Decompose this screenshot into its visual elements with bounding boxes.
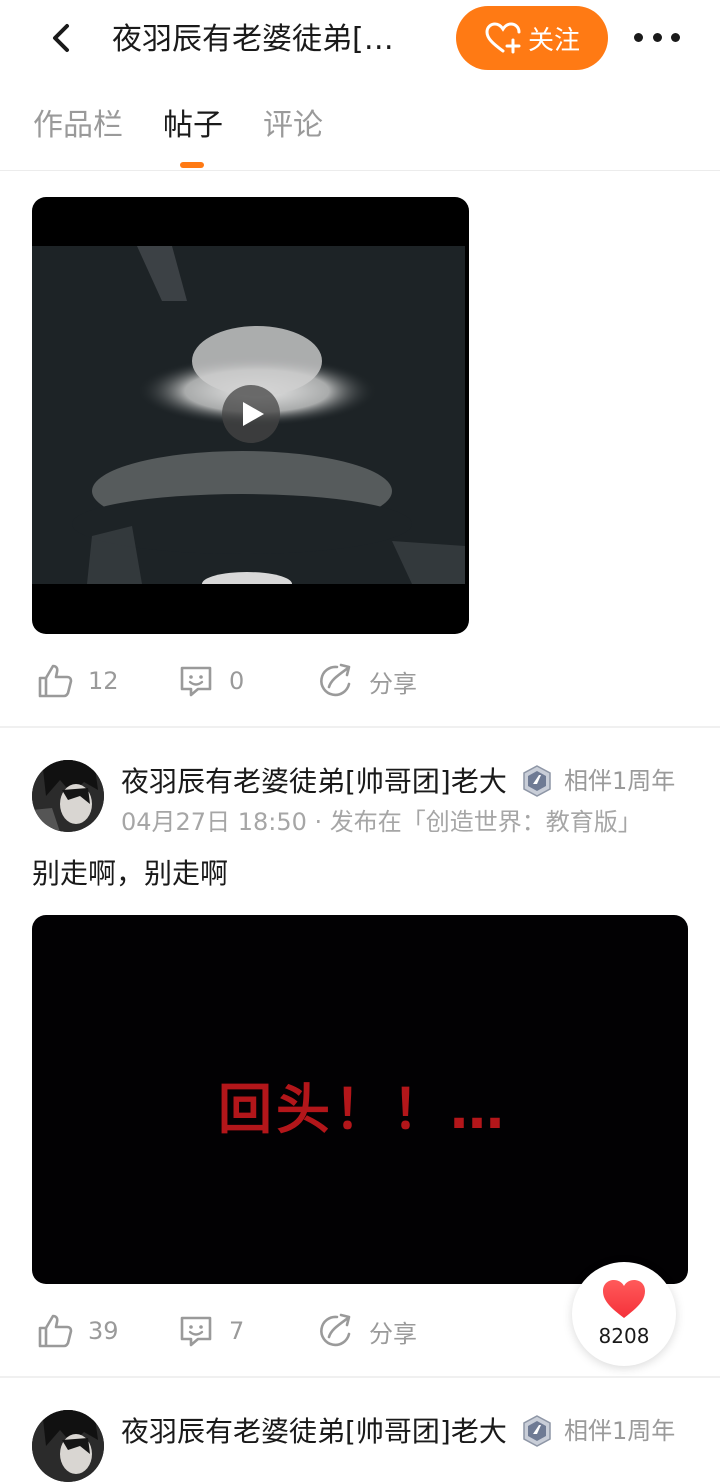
like-total: 8208 bbox=[598, 1324, 650, 1348]
comment-icon bbox=[180, 666, 212, 697]
comment-button[interactable]: 0 bbox=[177, 651, 244, 711]
share-button[interactable]: 分享 bbox=[317, 1301, 417, 1361]
like-button[interactable]: 12 bbox=[36, 651, 119, 711]
post-divider bbox=[0, 1376, 720, 1378]
page-title: 夜羽辰有老婆徒弟[… bbox=[112, 22, 394, 57]
share-icon bbox=[320, 663, 351, 697]
comment-count: 0 bbox=[229, 667, 245, 695]
dot bbox=[634, 32, 643, 42]
share-label: 分享 bbox=[369, 669, 417, 698]
author-name[interactable]: 夜羽辰有老婆徒弟[帅哥团]老大 bbox=[121, 764, 507, 800]
play-icon bbox=[243, 402, 264, 426]
tab-posts[interactable]: 帖子 bbox=[163, 106, 223, 146]
comment-icon bbox=[180, 1316, 212, 1347]
post-actions: 12 0 分享 bbox=[0, 651, 720, 711]
avatar-image bbox=[32, 760, 104, 832]
anniversary-badge-icon bbox=[523, 1415, 551, 1447]
share-button[interactable]: 分享 bbox=[317, 651, 417, 711]
heart-icon bbox=[603, 1280, 645, 1318]
play-button[interactable] bbox=[222, 385, 280, 443]
badge-label: 相伴1周年 bbox=[564, 1417, 676, 1445]
video-caption: 回头！！… bbox=[218, 1078, 508, 1141]
heart-plus-icon bbox=[485, 22, 521, 54]
post-divider bbox=[0, 726, 720, 728]
follow-button[interactable]: 关注 bbox=[456, 6, 608, 70]
tab-works[interactable]: 作品栏 bbox=[33, 106, 123, 146]
active-tab-indicator bbox=[180, 162, 204, 168]
post-meta: 04月27日 18:50 · 发布在「创造世界：教育版」 bbox=[121, 808, 642, 836]
avatar[interactable] bbox=[32, 1410, 104, 1482]
chevron-left-icon bbox=[53, 24, 69, 52]
like-button[interactable]: 39 bbox=[36, 1301, 119, 1361]
share-icon bbox=[320, 1313, 351, 1347]
thumbs-up-icon bbox=[38, 664, 73, 698]
like-count: 39 bbox=[88, 1317, 119, 1345]
tab-bar: 作品栏 帖子 评论 bbox=[0, 92, 720, 171]
post-text[interactable]: 别走啊，别走啊 bbox=[32, 856, 228, 892]
more-options-button[interactable] bbox=[634, 22, 680, 52]
badge-label: 相伴1周年 bbox=[564, 767, 676, 795]
dot bbox=[652, 32, 662, 42]
post-video[interactable]: 回头！！… bbox=[32, 915, 688, 1284]
tab-comments[interactable]: 评论 bbox=[263, 106, 323, 146]
comment-button[interactable]: 7 bbox=[177, 1301, 244, 1361]
back-button[interactable] bbox=[42, 18, 82, 58]
author-name[interactable]: 夜羽辰有老婆徒弟[帅哥团]老大 bbox=[121, 1414, 507, 1450]
anniversary-badge-icon bbox=[523, 765, 551, 797]
avatar-image bbox=[32, 1410, 104, 1482]
dot bbox=[671, 32, 680, 42]
thumbs-up-icon bbox=[38, 1314, 73, 1348]
like-count: 12 bbox=[88, 667, 119, 695]
floating-like-button[interactable]: 8208 bbox=[572, 1262, 676, 1366]
share-label: 分享 bbox=[369, 1319, 417, 1348]
comment-count: 7 bbox=[229, 1317, 245, 1345]
follow-label: 关注 bbox=[527, 25, 580, 56]
top-bar: 夜羽辰有老婆徒弟[… 关注 bbox=[0, 0, 720, 78]
avatar[interactable] bbox=[32, 760, 104, 832]
